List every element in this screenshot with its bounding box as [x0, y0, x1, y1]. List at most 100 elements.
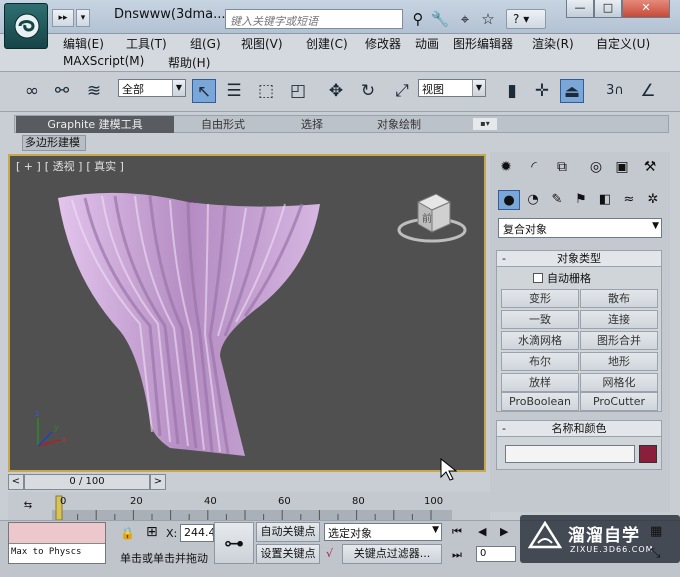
- wrench-icon[interactable]: 🔧: [430, 9, 450, 29]
- time-slider-prev[interactable]: <: [8, 474, 24, 490]
- go-to-start-icon[interactable]: ⏮: [452, 525, 462, 539]
- rectangular-selection-icon[interactable]: ⬚: [254, 79, 278, 103]
- lock-selection-icon[interactable]: 🔒: [120, 526, 135, 540]
- time-slider-next[interactable]: >: [150, 474, 166, 490]
- select-manipulate-icon[interactable]: ✛: [530, 79, 554, 103]
- proboolean-button[interactable]: ProBoolean: [501, 392, 579, 411]
- menu-graph-editors[interactable]: 图形编辑器: [453, 35, 513, 52]
- qat-dropdown-button[interactable]: ▾: [76, 9, 90, 27]
- maxscript-input[interactable]: [9, 523, 105, 543]
- menu-help[interactable]: 帮助(H): [168, 54, 210, 71]
- tab-freeform[interactable]: 自由形式: [201, 116, 245, 133]
- menu-customize[interactable]: 自定义(U): [596, 35, 650, 52]
- snaps-toggle[interactable]: 3∩: [598, 79, 632, 103]
- help-button[interactable]: ? ▾: [506, 9, 546, 29]
- pivot-center-icon[interactable]: ▮: [500, 79, 524, 103]
- polygon-modeling-panel[interactable]: 多边形建模: [22, 135, 86, 151]
- key-mode-toggle-icon[interactable]: ⏭: [452, 548, 462, 562]
- keyboard-shortcut-override-icon[interactable]: ⏏: [560, 79, 584, 103]
- previous-frame-icon[interactable]: ◀: [478, 525, 486, 538]
- autogrid-checkbox[interactable]: 自动栅格: [533, 270, 591, 286]
- tab-selection[interactable]: 选择: [301, 116, 323, 133]
- terrain-button[interactable]: 地形: [580, 352, 658, 371]
- view-cube[interactable]: 前: [396, 182, 468, 248]
- boolean-button[interactable]: 布尔: [501, 352, 579, 371]
- conform-button[interactable]: 一致: [501, 310, 579, 329]
- search-input[interactable]: 键入关键字或短语: [225, 9, 403, 29]
- object-name-field[interactable]: [505, 445, 635, 463]
- angle-snap-icon[interactable]: ∠: [636, 79, 660, 103]
- scatter-button[interactable]: 散布: [580, 289, 658, 308]
- selection-filter-dropdown[interactable]: 全部 ▼: [118, 79, 186, 97]
- space-warps-icon[interactable]: ≈: [618, 190, 640, 210]
- menu-animation[interactable]: 动画: [415, 35, 439, 52]
- menu-group[interactable]: 组(G): [190, 35, 221, 52]
- connect-button[interactable]: 连接: [580, 310, 658, 329]
- zoom-icon[interactable]: ⤡: [650, 546, 660, 561]
- lights-icon[interactable]: ✎: [546, 190, 568, 210]
- auto-key-button[interactable]: 自动关键点: [256, 522, 320, 542]
- maximize-button[interactable]: □: [594, 0, 622, 18]
- object-category-dropdown[interactable]: 复合对象 ▼: [498, 218, 662, 238]
- systems-icon[interactable]: ✲: [642, 190, 664, 210]
- helpers-icon[interactable]: ◧: [594, 190, 616, 210]
- shapemerge-button[interactable]: 图形合并: [580, 331, 658, 350]
- minimize-button[interactable]: —: [566, 0, 594, 18]
- menu-maxscript[interactable]: MAXScript(M): [63, 54, 144, 68]
- absolute-mode-icon[interactable]: ⊞: [146, 524, 158, 540]
- object-color-swatch[interactable]: [639, 445, 657, 463]
- menu-modifiers[interactable]: 修改器: [365, 35, 401, 52]
- tab-object-paint[interactable]: 对象绘制: [377, 116, 421, 133]
- shapes-icon[interactable]: ◔: [522, 190, 544, 210]
- motion-tab-icon[interactable]: ◎: [584, 156, 608, 178]
- menu-create[interactable]: 创建(C): [306, 35, 348, 52]
- key-icon[interactable]: ⊶: [214, 522, 254, 564]
- menu-tools[interactable]: 工具(T): [126, 35, 167, 52]
- close-button[interactable]: ✕: [622, 0, 670, 18]
- star-icon[interactable]: ☆: [478, 9, 498, 29]
- geometry-icon[interactable]: ●: [498, 190, 520, 210]
- qat-expand-button[interactable]: ▸▸: [52, 9, 74, 27]
- set-key-button[interactable]: 设置关键点: [256, 544, 320, 564]
- binoculars-icon[interactable]: ⚲: [408, 9, 428, 29]
- select-object-icon[interactable]: ↖: [192, 79, 216, 103]
- hierarchy-tab-icon[interactable]: ⧉: [550, 156, 574, 178]
- rotate-icon[interactable]: ↻: [356, 79, 380, 103]
- application-button[interactable]: [4, 3, 48, 49]
- track-bar-filter-icon[interactable]: ⇆: [12, 496, 44, 516]
- key-filters-button[interactable]: 关键点过滤器...: [342, 544, 442, 564]
- procutter-button[interactable]: ProCutter: [580, 392, 658, 411]
- reference-coordinate-dropdown[interactable]: 视图 ▼: [418, 79, 486, 97]
- bind-space-warp-icon[interactable]: ≋: [82, 79, 106, 103]
- menu-edit[interactable]: 编辑(E): [63, 35, 104, 52]
- time-slider[interactable]: 0 / 100: [24, 474, 150, 490]
- cameras-icon[interactable]: ⚑: [570, 190, 592, 210]
- track-bar[interactable]: ⇆ 0 20 40 60 80 100: [8, 492, 490, 520]
- maxscript-listener[interactable]: Max to Physcs: [8, 522, 106, 564]
- mesher-button[interactable]: 网格化: [580, 373, 658, 392]
- ribbon-minimize-button[interactable]: ▪▾: [473, 118, 497, 130]
- window-crossing-icon[interactable]: ◰: [286, 79, 310, 103]
- move-icon[interactable]: ✥: [324, 79, 348, 103]
- modify-tab-icon[interactable]: ◜: [522, 156, 546, 178]
- loft-button[interactable]: 放样: [501, 373, 579, 392]
- object-type-header[interactable]: - 对象类型: [497, 251, 661, 267]
- key-mode-dropdown[interactable]: 选定对象 ▼: [324, 523, 442, 541]
- play-icon[interactable]: ▶: [500, 525, 508, 538]
- blobmesh-button[interactable]: 水滴网格: [501, 331, 579, 350]
- display-tab-icon[interactable]: ▣: [610, 156, 634, 178]
- unlink-icon[interactable]: ⚯: [50, 79, 74, 103]
- select-by-name-icon[interactable]: ☰: [222, 79, 246, 103]
- utilities-tab-icon[interactable]: ⚒: [638, 156, 662, 178]
- current-frame-field[interactable]: 0: [476, 546, 516, 562]
- menu-views[interactable]: 视图(V): [241, 35, 283, 52]
- link-icon[interactable]: ∞: [20, 79, 44, 103]
- perspective-viewport[interactable]: [ + ][ 透视 ][ 真实 ] ✕ z y x 前: [8, 154, 486, 481]
- satellite-icon[interactable]: ⌖: [455, 9, 475, 29]
- scale-icon[interactable]: ⤢: [390, 79, 414, 103]
- maximize-viewport-icon[interactable]: ▦: [650, 524, 662, 539]
- tab-graphite-modeling[interactable]: Graphite 建模工具: [16, 116, 174, 133]
- name-color-header[interactable]: - 名称和颜色: [497, 421, 661, 437]
- morph-button[interactable]: 变形: [501, 289, 579, 308]
- menu-rendering[interactable]: 渲染(R): [532, 35, 574, 52]
